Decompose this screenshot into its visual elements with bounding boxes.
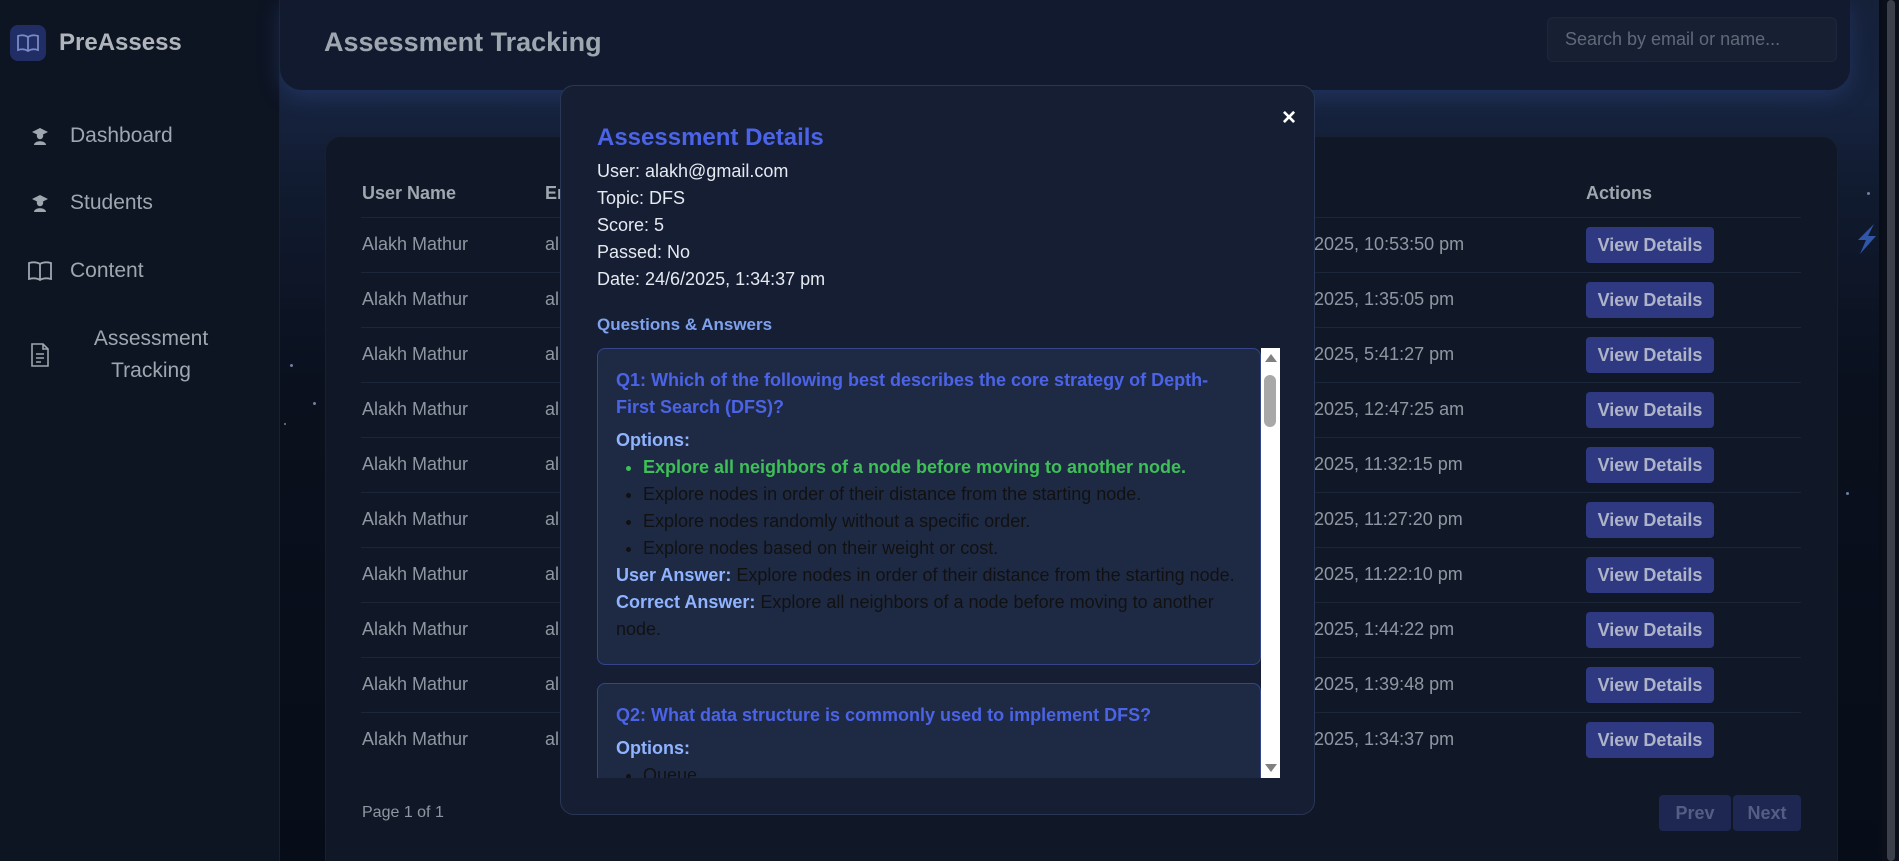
scrollbar-thumb[interactable] xyxy=(1264,375,1276,427)
modal-scrollbar[interactable] xyxy=(1261,348,1280,778)
question-text: Q1: Which of the following best describe… xyxy=(616,370,1209,417)
user-answer-value: Explore nodes in order of their distance… xyxy=(736,565,1235,585)
user-answer-label: User Answer: xyxy=(616,565,732,585)
options-list: Queue xyxy=(616,762,1242,778)
page-scrollbar[interactable] xyxy=(1882,0,1899,861)
scrollbar-thumb[interactable] xyxy=(1887,0,1895,861)
correct-answer: Correct Answer: Explore all neighbors of… xyxy=(616,589,1242,643)
modal-title: Assessment Details xyxy=(597,124,824,151)
modal-topic: Topic: DFS xyxy=(597,188,686,208)
assessment-details-modal: × Assessment Details User: alakh@gmail.c… xyxy=(560,85,1315,815)
qa-scroll-area[interactable]: Q1: Which of the following best describe… xyxy=(597,348,1280,778)
option-item: Explore all neighbors of a node before m… xyxy=(643,454,1242,481)
option-item: Explore nodes based on their weight or c… xyxy=(643,535,1242,562)
close-icon[interactable]: × xyxy=(1282,104,1296,132)
qa-heading: Questions & Answers xyxy=(597,315,773,334)
option-item: Explore nodes in order of their distance… xyxy=(643,481,1242,508)
modal-passed: Passed: No xyxy=(597,242,691,262)
options-label: Options: xyxy=(616,430,690,450)
options-list: Explore all neighbors of a node before m… xyxy=(616,454,1242,562)
user-answer: User Answer: Explore nodes in order of t… xyxy=(616,562,1242,589)
option-item: Queue xyxy=(643,762,1242,778)
options-label: Options: xyxy=(616,738,690,758)
option-item: Explore nodes randomly without a specifi… xyxy=(643,508,1242,535)
question-text: Q2: What data structure is commonly used… xyxy=(616,705,1152,725)
scroll-down-icon[interactable] xyxy=(1265,764,1277,772)
modal-date: Date: 24/6/2025, 1:34:37 pm xyxy=(597,269,826,289)
modal-user: User: alakh@gmail.com xyxy=(597,161,789,181)
correct-answer-label: Correct Answer: xyxy=(616,592,756,612)
modal-score: Score: 5 xyxy=(597,215,665,235)
question-card: Q2: What data structure is commonly used… xyxy=(597,683,1261,778)
scroll-up-icon[interactable] xyxy=(1265,354,1277,362)
question-card: Q1: Which of the following best describe… xyxy=(597,348,1261,665)
